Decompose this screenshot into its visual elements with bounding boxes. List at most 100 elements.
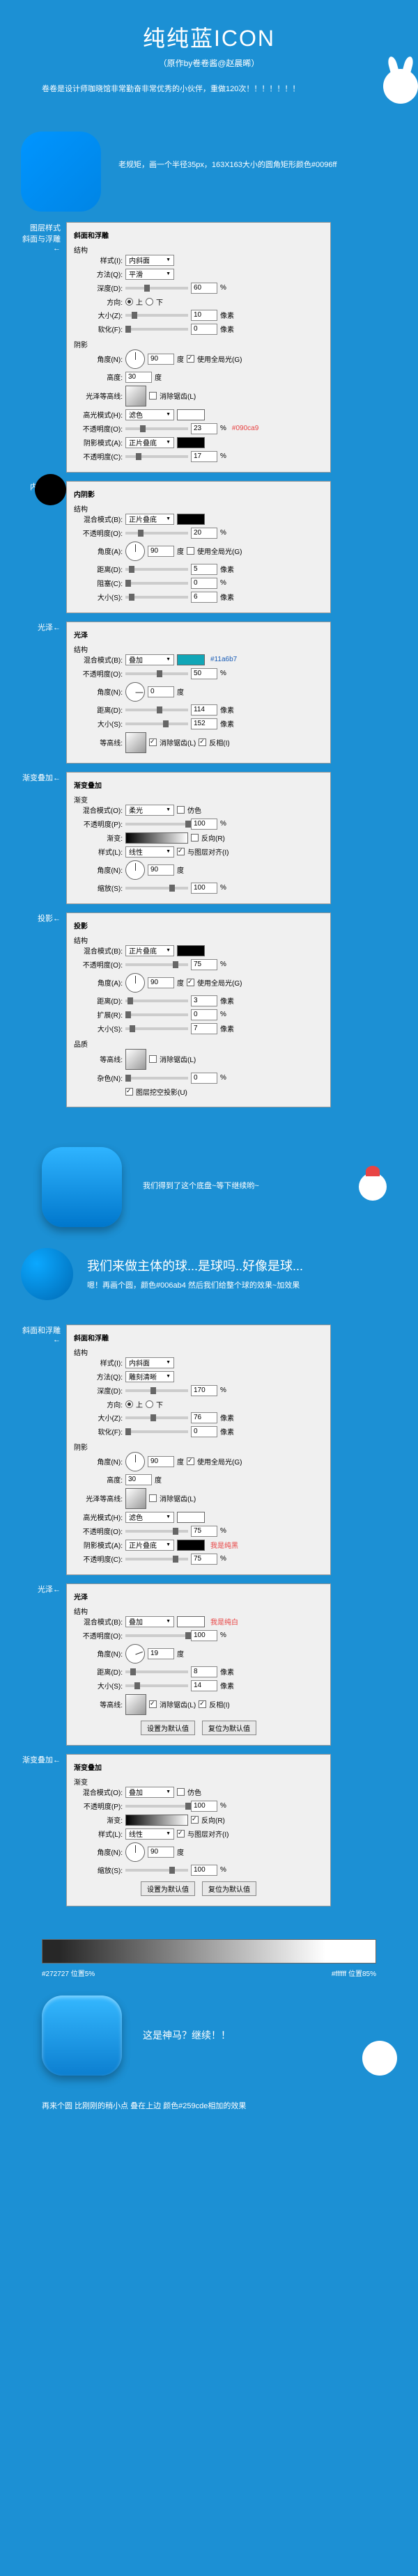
reverse-check[interactable] (191, 834, 199, 841)
op-input[interactable]: 100 (191, 819, 217, 830)
choke-input[interactable]: 0 (191, 578, 217, 589)
angle-input[interactable]: 90 (148, 1456, 174, 1467)
angle-input[interactable]: 90 (148, 354, 174, 365)
noise-input[interactable]: 0 (191, 1073, 217, 1084)
contour-picker[interactable] (125, 732, 146, 753)
mode-select[interactable]: 叠加 (125, 1616, 174, 1627)
global-check[interactable] (187, 547, 194, 555)
spread-input[interactable]: 0 (191, 1009, 217, 1020)
size-input[interactable]: 76 (191, 1412, 217, 1423)
global-check[interactable] (187, 1457, 194, 1465)
color-swatch[interactable] (177, 514, 205, 525)
hl-op-slider[interactable] (125, 427, 188, 430)
align-check[interactable] (177, 1830, 185, 1838)
mode-select[interactable]: 正片叠底 (125, 945, 174, 956)
method-select[interactable]: 平滑 (125, 269, 174, 280)
size-slider[interactable] (125, 1027, 188, 1030)
angle-input[interactable]: 90 (148, 977, 174, 988)
contour-picker[interactable] (125, 1694, 146, 1715)
scale-input[interactable]: 100 (191, 1865, 217, 1876)
dir-up-radio[interactable] (125, 1400, 133, 1408)
sh-swatch[interactable] (177, 1540, 205, 1551)
scale-slider[interactable] (125, 1869, 188, 1872)
dist-input[interactable]: 8 (191, 1666, 217, 1677)
soft-slider[interactable] (125, 328, 188, 331)
op-slider[interactable] (125, 823, 188, 825)
reset-default-btn[interactable]: 复位为默认值 (202, 1721, 256, 1735)
style-select[interactable]: 线性 (125, 846, 174, 858)
soft-input[interactable]: 0 (191, 324, 217, 335)
noise-slider[interactable] (125, 1077, 188, 1080)
angle-dial[interactable] (125, 1644, 145, 1664)
gradient-picker[interactable] (125, 1815, 188, 1826)
angle-dial[interactable] (125, 1452, 145, 1471)
depth-input[interactable]: 170 (191, 1385, 217, 1396)
hl-color-swatch[interactable] (177, 409, 205, 420)
size-input[interactable]: 10 (191, 310, 217, 321)
global-light-check[interactable] (187, 355, 194, 363)
dist-slider[interactable] (125, 568, 188, 571)
sh-mode-select[interactable]: 正片叠底 (125, 437, 174, 448)
angle-dial[interactable] (125, 973, 145, 993)
op-slider[interactable] (125, 963, 188, 966)
anti-check[interactable] (149, 738, 157, 746)
angle-input[interactable]: 90 (148, 864, 174, 876)
size-slider[interactable] (125, 722, 188, 725)
angle-input[interactable]: 19 (148, 1648, 174, 1659)
sh-color-swatch[interactable] (177, 437, 205, 448)
sh-op-slider[interactable] (125, 1558, 188, 1560)
style-select[interactable]: 内斜面 (125, 1357, 174, 1368)
hl-swatch[interactable] (177, 1512, 205, 1523)
op-input[interactable]: 100 (191, 1630, 217, 1641)
sh-op-input[interactable]: 75 (191, 1554, 217, 1565)
size-slider[interactable] (125, 314, 188, 317)
angle-input[interactable]: 90 (148, 546, 174, 557)
size-slider[interactable] (125, 596, 188, 599)
depth-slider[interactable] (125, 1389, 188, 1392)
hl-mode-select[interactable]: 滤色 (125, 1512, 174, 1523)
gradient-picker[interactable] (125, 832, 188, 844)
anti-check[interactable] (149, 1700, 157, 1708)
spread-slider[interactable] (125, 1013, 188, 1016)
dist-input[interactable]: 5 (191, 564, 217, 575)
anti-check[interactable] (149, 1055, 157, 1063)
sh-mode-select[interactable]: 正片叠底 (125, 1540, 174, 1551)
mode-select[interactable]: 叠加 (125, 1787, 174, 1798)
set-default-btn[interactable]: 设置为默认值 (141, 1881, 195, 1896)
hl-mode-select[interactable]: 滤色 (125, 409, 174, 420)
anti-check[interactable] (149, 1494, 157, 1502)
reverse-check[interactable] (191, 1816, 199, 1824)
dist-slider[interactable] (125, 999, 188, 1002)
altitude-input[interactable]: 30 (125, 372, 152, 383)
dither-check[interactable] (177, 806, 185, 814)
gloss-contour[interactable] (125, 386, 146, 406)
mode-select[interactable]: 正片叠底 (125, 514, 174, 525)
hl-op-input[interactable]: 75 (191, 1526, 217, 1537)
angle-input[interactable]: 90 (148, 1847, 174, 1858)
dither-check[interactable] (177, 1788, 185, 1796)
soft-input[interactable]: 0 (191, 1426, 217, 1437)
op-input[interactable]: 100 (191, 1801, 217, 1812)
angle-dial[interactable] (125, 1842, 145, 1862)
choke-slider[interactable] (125, 582, 188, 585)
dist-slider[interactable] (125, 1670, 188, 1673)
style-select[interactable]: 内斜面 (125, 255, 174, 266)
style-select[interactable]: 线性 (125, 1828, 174, 1840)
mode-select[interactable]: 叠加 (125, 654, 174, 665)
set-default-btn[interactable]: 设置为默认值 (141, 1721, 195, 1735)
invert-check[interactable] (199, 1700, 206, 1708)
op-slider[interactable] (125, 532, 188, 535)
angle-dial[interactable] (125, 682, 145, 702)
size-input[interactable]: 152 (191, 718, 217, 729)
op-slider[interactable] (125, 1634, 188, 1637)
size-input[interactable]: 6 (191, 592, 217, 603)
dir-down-radio[interactable] (146, 298, 153, 306)
method-select[interactable]: 雕刻清晰 (125, 1371, 174, 1382)
invert-check[interactable] (199, 738, 206, 746)
op-slider[interactable] (125, 672, 188, 675)
scale-input[interactable]: 100 (191, 883, 217, 894)
op-input[interactable]: 75 (191, 959, 217, 970)
op-input[interactable]: 20 (191, 528, 217, 539)
altitude-input[interactable]: 30 (125, 1474, 152, 1485)
global-check[interactable] (187, 979, 194, 986)
